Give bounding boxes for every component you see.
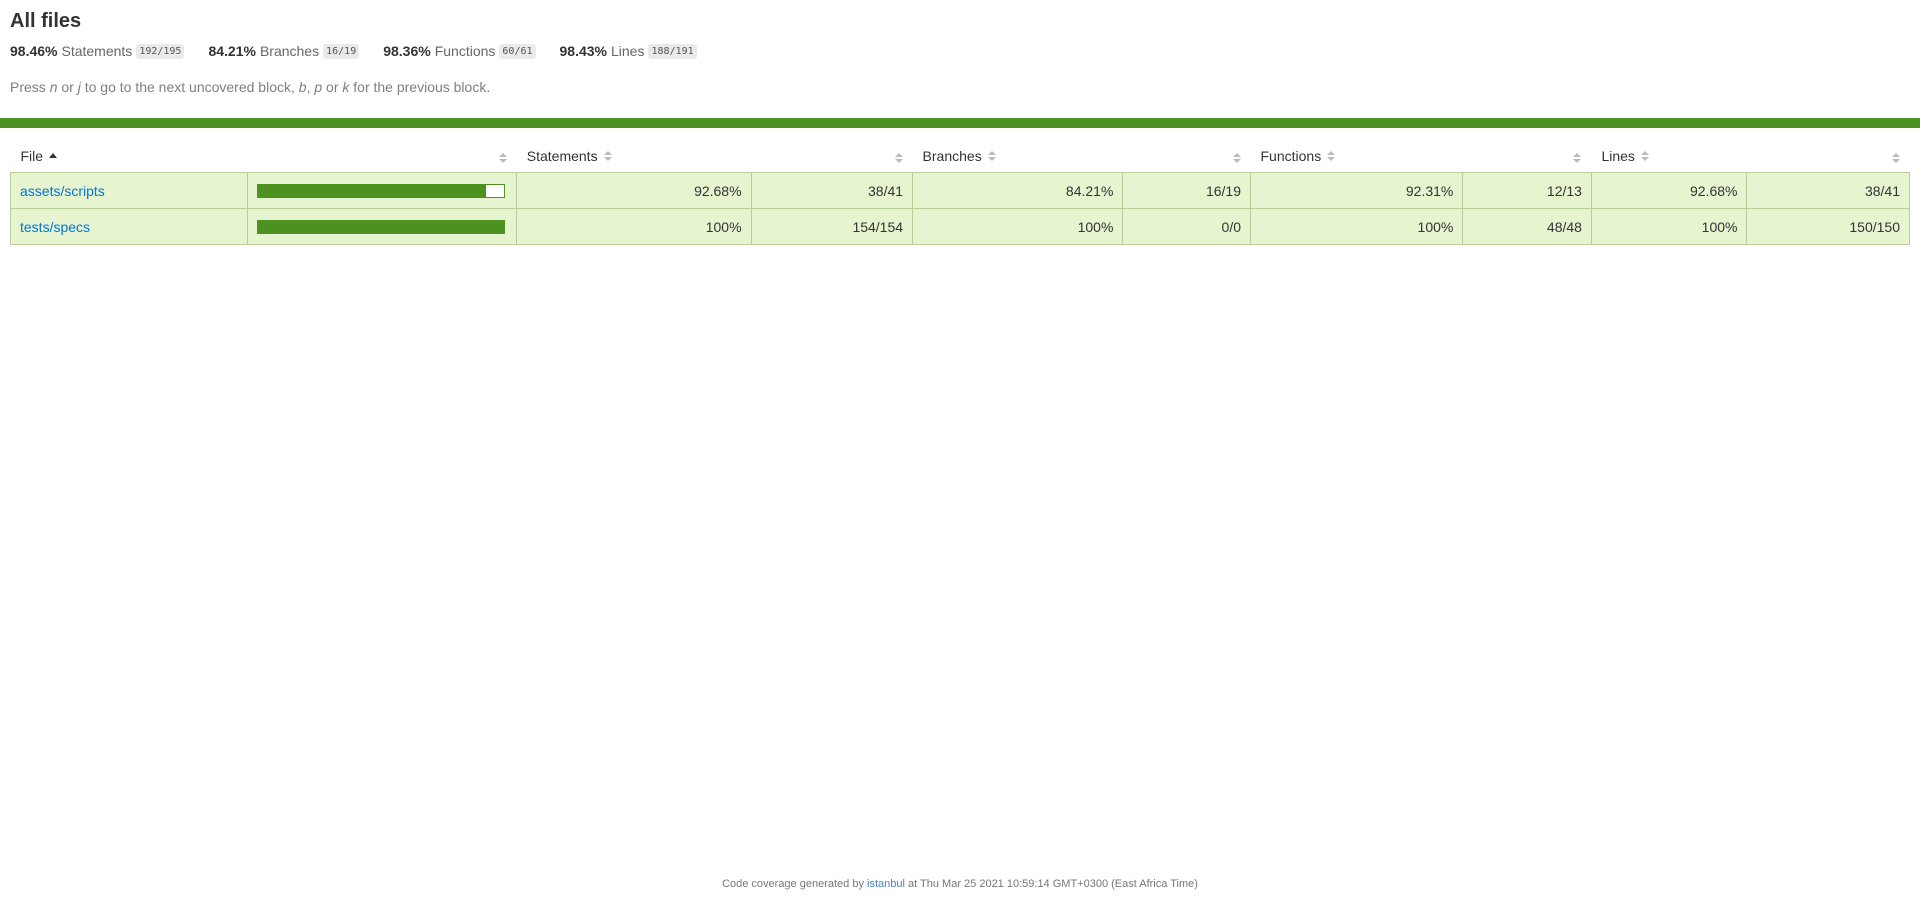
keyboard-hint: Press n or j to go to the next uncovered…	[10, 79, 491, 95]
summary-fraction-badge: 192/195	[136, 43, 185, 59]
sort-icon	[987, 150, 996, 162]
summary-label: Statements	[61, 43, 133, 59]
branches-pct: 84.21%	[912, 172, 1124, 209]
functions-pct: 92.31%	[1249, 172, 1464, 209]
column-header-branches[interactable]: Branches	[913, 138, 1123, 173]
summary-functions: 98.36% Functions 60/61	[383, 43, 536, 59]
summary-fraction-badge: 188/191	[648, 43, 697, 59]
summary-fraction-badge: 16/19	[323, 43, 360, 59]
column-header-file[interactable]: File	[11, 138, 248, 173]
table-row: assets/scripts 92.68% 38/41 84.21% 16/19…	[9, 172, 1910, 209]
istanbul-link[interactable]: istanbul	[867, 878, 905, 890]
page-footer: Code coverage generated by istanbul at T…	[0, 878, 1920, 890]
sort-icon	[603, 150, 612, 162]
statements-pct: 92.68%	[516, 172, 752, 209]
summary-statements: 98.46% Statements 192/195	[10, 43, 185, 59]
branches-pct: 100%	[912, 208, 1124, 245]
coverage-summary: 98.46% Statements 192/195 84.21% Branche…	[10, 43, 1910, 59]
summary-pct: 84.21%	[208, 43, 256, 59]
coverage-bar	[257, 183, 506, 198]
sort-icon	[894, 152, 903, 164]
summary-label: Functions	[434, 43, 496, 59]
sort-ascending-icon	[49, 150, 58, 162]
functions-fraction: 12/13	[1462, 172, 1592, 209]
column-header-branches-raw[interactable]	[1123, 138, 1251, 173]
branches-fraction: 0/0	[1122, 208, 1251, 245]
coverage-bar-fill	[258, 184, 487, 197]
coverage-table-wrapper: File Statements Branches Functions Lines…	[0, 128, 1920, 245]
summary-label: Lines	[611, 43, 645, 59]
column-header-file-bar[interactable]	[248, 138, 517, 173]
coverage-bar	[257, 219, 506, 234]
summary-branches: 84.21% Branches 16/19	[208, 43, 360, 59]
column-header-lines[interactable]: Lines	[1591, 138, 1747, 173]
coverage-bar-cell	[247, 208, 518, 245]
statements-fraction: 38/41	[750, 172, 914, 209]
table-row: tests/specs 100% 154/154 100% 0/0 100% 4…	[9, 208, 1910, 245]
summary-fraction-badge: 60/61	[499, 43, 536, 59]
lines-pct: 100%	[1590, 208, 1748, 245]
summary-label: Branches	[259, 43, 320, 59]
column-header-functions-raw[interactable]	[1463, 138, 1592, 173]
column-header-statements-raw[interactable]	[751, 138, 913, 173]
lines-fraction: 38/41	[1746, 172, 1910, 209]
coverage-status-line	[0, 118, 1920, 128]
statements-pct: 100%	[516, 208, 752, 245]
summary-pct: 98.36%	[383, 43, 431, 59]
file-link[interactable]: assets/scripts	[20, 183, 105, 199]
column-header-lines-raw[interactable]	[1747, 138, 1910, 173]
file-link[interactable]: tests/specs	[20, 219, 90, 235]
summary-pct: 98.46%	[10, 43, 58, 59]
lines-fraction: 150/150	[1746, 208, 1910, 245]
coverage-bar-cell	[247, 172, 518, 209]
coverage-table: File Statements Branches Functions Lines…	[9, 138, 1910, 245]
file-cell: assets/scripts	[9, 172, 249, 209]
sort-icon	[1573, 152, 1582, 164]
sort-icon	[498, 152, 507, 164]
table-header-row: File Statements Branches Functions Lines	[11, 138, 1910, 173]
sort-icon	[1232, 152, 1241, 164]
file-cell: tests/specs	[9, 208, 249, 245]
column-header-statements[interactable]: Statements	[517, 138, 751, 173]
sort-icon	[1891, 152, 1900, 164]
summary-pct: 98.43%	[559, 43, 607, 59]
page-title: All files	[10, 10, 82, 32]
footer-prefix: Code coverage generated by	[722, 878, 864, 890]
column-header-functions[interactable]: Functions	[1251, 138, 1463, 173]
statements-fraction: 154/154	[750, 208, 914, 245]
functions-pct: 100%	[1249, 208, 1464, 245]
coverage-bar-fill	[258, 220, 505, 233]
page-header: All files 98.46% Statements 192/195 84.2…	[0, 0, 1920, 95]
branches-fraction: 16/19	[1122, 172, 1251, 209]
summary-lines: 98.43% Lines 188/191	[560, 43, 697, 59]
sort-icon	[1327, 150, 1336, 162]
functions-fraction: 48/48	[1462, 208, 1592, 245]
footer-suffix: at Thu Mar 25 2021 10:59:14 GMT+0300 (Ea…	[908, 878, 1198, 890]
lines-pct: 92.68%	[1590, 172, 1748, 209]
sort-icon	[1640, 150, 1649, 162]
